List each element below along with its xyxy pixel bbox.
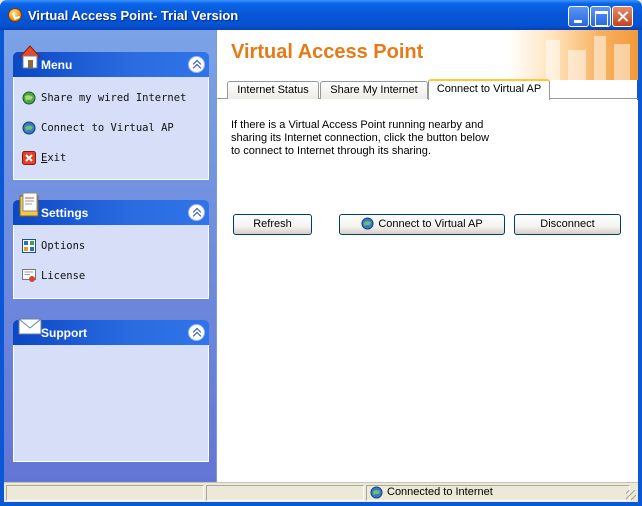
globe-arrow-icon: [361, 217, 374, 230]
settings-group: Settings Options License: [13, 192, 209, 299]
connect-description: If there is a Virtual Access Point runni…: [231, 119, 511, 158]
tab-share-my-internet[interactable]: Share My Internet: [320, 81, 428, 99]
settings-group-body: Options License: [13, 225, 209, 299]
settings-group-header[interactable]: Settings: [13, 192, 209, 225]
banner-art: [508, 30, 638, 80]
description-line: to connect to Internet through its shari…: [231, 145, 431, 157]
options-grid-icon: [22, 239, 36, 253]
settings-item-label: Options: [41, 240, 86, 252]
status-pane-left: [6, 485, 204, 501]
menu-item-label: Share my wired Internet: [41, 92, 187, 104]
menu-group-title: Menu: [41, 58, 73, 72]
settings-item-label: License: [41, 270, 86, 282]
menu-item-share-wired-internet[interactable]: Share my wired Internet: [14, 83, 208, 113]
globe-icon: [370, 486, 383, 499]
tab-strip: Internet Status Share My Internet Connec…: [217, 79, 638, 100]
menu-item-label: Connect to Virtual AP: [41, 122, 174, 134]
support-group-body: [13, 345, 209, 462]
window-title: Virtual Access Point- Trial Version: [28, 8, 239, 23]
refresh-button[interactable]: Refresh: [233, 214, 312, 235]
globe-icon: [22, 91, 36, 105]
certificate-icon: [22, 269, 36, 282]
support-group-header[interactable]: Support: [13, 318, 209, 345]
menu-group-body: Share my wired Internet Connect to Virtu…: [13, 77, 209, 180]
connect-to-virtual-ap-button[interactable]: Connect to Virtual AP: [339, 214, 505, 235]
house-icon: [18, 45, 42, 69]
envelope-icon: [18, 318, 42, 335]
status-bar: Connected to Internet: [4, 482, 638, 502]
tab-internet-status[interactable]: Internet Status: [227, 81, 319, 99]
app-icon: [8, 8, 22, 22]
main-content: Virtual Access Point Internet Status Sha…: [216, 30, 638, 482]
collapse-support-chevron-icon[interactable]: [188, 324, 205, 341]
tab-connect-to-virtual-ap[interactable]: Connect to Virtual AP: [428, 79, 550, 100]
support-group-title: Support: [41, 326, 87, 340]
resize-grip[interactable]: [626, 490, 636, 500]
settings-group-title: Settings: [41, 206, 89, 220]
minimize-button[interactable]: [568, 6, 589, 27]
settings-folder-icon: [19, 192, 39, 217]
settings-item-options[interactable]: Options: [14, 231, 208, 261]
disconnect-button[interactable]: Disconnect: [514, 214, 621, 235]
status-pane-middle: [206, 485, 364, 501]
settings-item-license[interactable]: License: [14, 261, 208, 291]
red-x-icon: [22, 151, 36, 165]
connection-status-text: Connected to Internet: [387, 486, 493, 498]
collapse-menu-chevron-icon[interactable]: [188, 56, 205, 73]
banner-title: Virtual Access Point: [231, 41, 424, 63]
menu-group-header[interactable]: Menu: [13, 45, 209, 77]
globe-arrow-icon: [22, 121, 36, 135]
connect-button-label: Connect to Virtual AP: [378, 218, 483, 230]
app-window: Virtual Access Point- Trial Version Menu: [0, 0, 642, 506]
support-group: Support: [13, 318, 209, 462]
collapse-settings-chevron-icon[interactable]: [188, 204, 205, 221]
connect-tab-panel: If there is a Virtual Access Point runni…: [217, 100, 638, 482]
task-pane: Menu Share my wired Internet Connect to …: [4, 30, 216, 482]
description-line: If there is a Virtual Access Point runni…: [231, 119, 484, 131]
menu-item-connect-virtual-ap[interactable]: Connect to Virtual AP: [14, 113, 208, 143]
menu-item-exit[interactable]: Exit: [14, 143, 208, 173]
menu-item-label: xit: [47, 152, 67, 164]
header-banner: Virtual Access Point: [217, 30, 638, 80]
close-button[interactable]: [612, 6, 633, 27]
maximize-button[interactable]: [590, 6, 611, 27]
title-bar[interactable]: Virtual Access Point- Trial Version: [0, 0, 642, 30]
description-line: sharing its Internet connection, click t…: [231, 132, 490, 144]
menu-group: Menu Share my wired Internet Connect to …: [13, 45, 209, 180]
